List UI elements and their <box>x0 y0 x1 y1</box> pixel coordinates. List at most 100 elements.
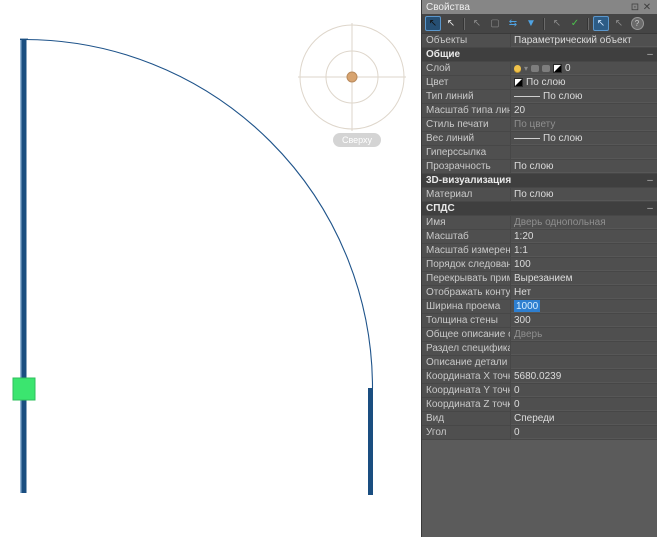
property-value-text: 20 <box>514 104 526 116</box>
panel-title: Свойства <box>426 1 470 13</box>
property-row[interactable]: Объекты Параметрический объект <box>422 34 657 48</box>
window-select-tool-icon[interactable]: ▢ <box>487 16 503 31</box>
property-label: Масштаб типа линий <box>422 104 511 117</box>
property-value-text: 100 <box>514 258 531 270</box>
property-row[interactable]: Вес линий По слою <box>422 132 657 146</box>
property-label: Координата Y точки в... <box>422 384 511 397</box>
property-value[interactable]: 0 <box>511 426 657 439</box>
door-swing-arc[interactable] <box>23 38 374 389</box>
property-row[interactable]: Масштаб 1:20 <box>422 230 657 244</box>
highlight-toggle-icon[interactable]: ↖ <box>593 16 609 31</box>
help-glyph: ? <box>630 17 644 30</box>
property-label: Координата Z точки в... <box>422 398 511 411</box>
property-row[interactable]: Стиль печати По цвету <box>422 118 657 132</box>
section-header[interactable]: СПДС – <box>422 202 657 216</box>
cycle-select-tool-icon[interactable]: ⇆ <box>505 16 521 31</box>
section-header[interactable]: Общие – <box>422 48 657 62</box>
view-name-pill[interactable]: Сверху <box>333 133 381 147</box>
property-row[interactable]: Масштаб типа линий 20 <box>422 104 657 118</box>
collapse-minus-icon[interactable]: – <box>643 174 657 187</box>
property-value[interactable] <box>511 356 657 369</box>
property-row[interactable]: Раздел спецификации <box>422 342 657 356</box>
property-value-text: По цвету <box>514 118 556 130</box>
property-label: Угол <box>422 426 511 439</box>
drawing-canvas[interactable]: Сверху <box>0 0 421 537</box>
property-value-text: По слою <box>514 188 554 200</box>
property-value[interactable]: По слою <box>511 188 657 201</box>
property-row[interactable]: Общее описание объ... Дверь <box>422 328 657 342</box>
property-label: Перекрывать примит... <box>422 272 511 285</box>
cursor-tool-icon[interactable]: ↖ <box>443 16 459 31</box>
property-value-text: Вырезанием <box>514 272 573 284</box>
property-row[interactable]: Вид Спереди <box>422 412 657 426</box>
panel-titlebar[interactable]: Свойства ⊡ ✕ <box>422 0 657 14</box>
property-value[interactable]: 20 <box>511 104 657 117</box>
property-value[interactable]: 100 <box>511 258 657 271</box>
deselect-tool-icon[interactable]: ↖ <box>469 16 485 31</box>
property-value-text: 1:1 <box>514 244 528 256</box>
property-row[interactable]: Масштаб измерений 1:1 <box>422 244 657 258</box>
property-row[interactable]: Имя Дверь однопольная <box>422 216 657 230</box>
help-button-icon[interactable]: ? <box>629 16 645 31</box>
property-value[interactable]: Нет <box>511 286 657 299</box>
property-value[interactable]: 0 <box>511 384 657 397</box>
close-icon[interactable]: ✕ <box>641 2 653 13</box>
property-value-text: По слою <box>514 160 554 172</box>
property-value[interactable]: 1:1 <box>511 244 657 257</box>
property-value[interactable]: Дверь однопольная <box>511 216 657 229</box>
view-compass[interactable] <box>298 23 406 131</box>
collapse-minus-icon[interactable]: – <box>643 202 657 215</box>
property-value[interactable]: 1000 <box>511 300 657 313</box>
property-value[interactable]: ▾ 0 <box>511 62 657 75</box>
property-row[interactable]: Перекрывать примит... Вырезанием <box>422 272 657 286</box>
section-header[interactable]: 3D-визуализация – <box>422 174 657 188</box>
property-value[interactable]: По слою <box>511 160 657 173</box>
property-value[interactable]: Спереди <box>511 412 657 425</box>
property-row[interactable]: Материал По слою <box>422 188 657 202</box>
property-label: Толщина стены <box>422 314 511 327</box>
property-row[interactable]: Слой ▾ 0 <box>422 62 657 76</box>
compass-center-dot-icon <box>346 71 358 83</box>
property-row[interactable]: Прозрачность По слою <box>422 160 657 174</box>
application-window: Сверху Свойства ⊡ ✕ ↖ ↖ ↖ ▢ ⇆ ▼ ↖ ✓ ↖ ↖? Объекты … <box>0 0 657 537</box>
property-row[interactable]: Координата Z точки в... 0 <box>422 398 657 412</box>
property-row[interactable]: Угол 0 <box>422 426 657 440</box>
quick-select-tool-icon[interactable]: ↖ <box>611 16 627 31</box>
property-row[interactable]: Описание детали <box>422 356 657 370</box>
property-row[interactable]: Гиперссылка <box>422 146 657 160</box>
property-value[interactable]: По слою <box>511 76 657 89</box>
property-row[interactable]: Цвет По слою <box>422 76 657 90</box>
apply-selection-tool-icon[interactable]: ✓ <box>567 16 583 31</box>
door-drawing: Сверху <box>12 23 406 495</box>
property-row[interactable]: Порядок следования 100 <box>422 258 657 272</box>
property-row[interactable]: Отображать контуры ... Нет <box>422 286 657 300</box>
property-label: Масштаб <box>422 230 511 243</box>
property-value[interactable]: По слою <box>511 132 657 145</box>
property-label: Материал <box>422 188 511 201</box>
grip-handle[interactable] <box>12 377 36 401</box>
property-value[interactable]: 300 <box>511 314 657 327</box>
collapse-minus-icon[interactable]: – <box>643 48 657 61</box>
property-row[interactable]: Координата X точки в... 5680.0239 <box>422 370 657 384</box>
property-value[interactable]: 1:20 <box>511 230 657 243</box>
property-value[interactable]: По слою <box>511 90 657 103</box>
property-value[interactable] <box>511 342 657 355</box>
property-value[interactable] <box>511 146 657 159</box>
property-label: Вид <box>422 412 511 425</box>
selection-filter-tool-icon[interactable]: ▼ <box>523 16 539 31</box>
property-value[interactable]: Дверь <box>511 328 657 341</box>
property-value[interactable]: 5680.0239 <box>511 370 657 383</box>
property-label: Координата X точки в... <box>422 370 511 383</box>
property-row[interactable]: Тип линий По слою <box>422 90 657 104</box>
pin-icon[interactable]: ⊡ <box>629 2 641 13</box>
select-tool-icon[interactable]: ↖ <box>425 16 441 31</box>
property-row[interactable]: Толщина стены 300 <box>422 314 657 328</box>
section-label: Общие <box>426 49 461 60</box>
property-value[interactable]: Вырезанием <box>511 272 657 285</box>
property-row[interactable]: Координата Y точки в... 0 <box>422 384 657 398</box>
property-value[interactable]: 0 <box>511 398 657 411</box>
property-row[interactable]: Ширина проема 1000 <box>422 300 657 314</box>
property-value[interactable]: По цвету <box>511 118 657 131</box>
property-value[interactable]: Параметрический объект <box>511 34 657 47</box>
add-to-selection-tool-icon[interactable]: ↖ <box>549 16 565 31</box>
